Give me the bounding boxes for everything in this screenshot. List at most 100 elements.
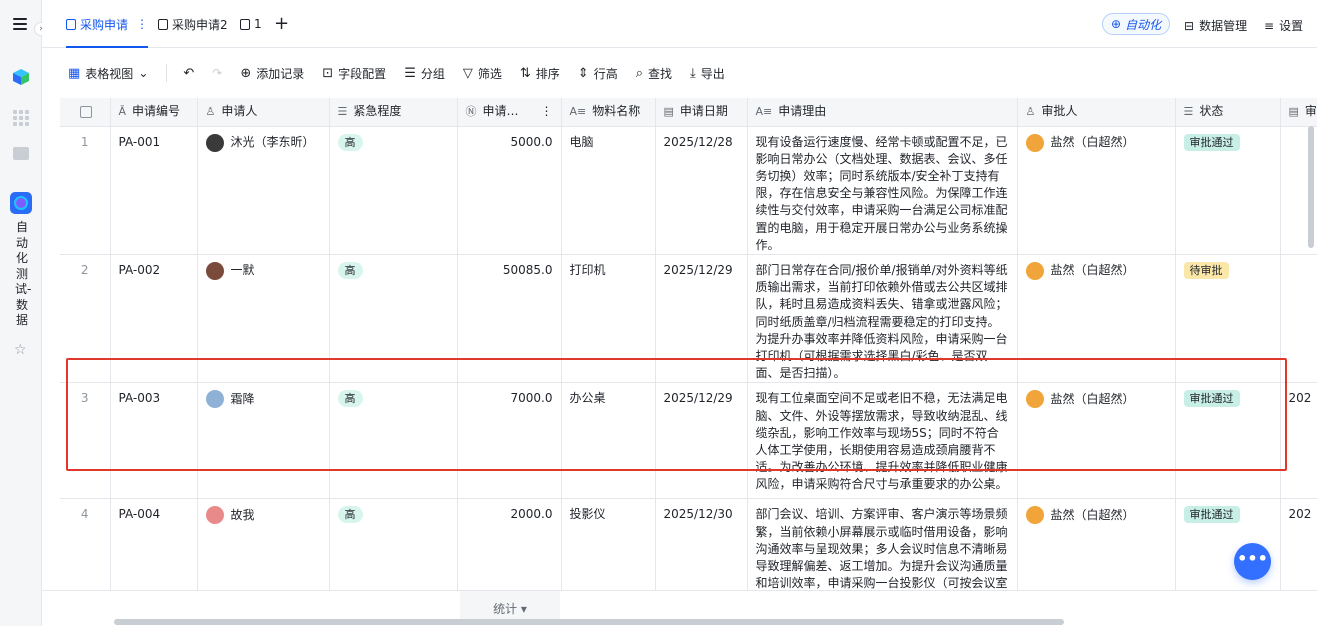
applicant-cell[interactable]: 一默 xyxy=(197,254,330,384)
item-cell[interactable]: 办公桌 xyxy=(561,382,656,500)
tab-1[interactable]: 1 xyxy=(240,0,262,48)
approver-cell[interactable]: 盐然（白超然） xyxy=(1017,382,1176,500)
data-manage-label: 数据管理 xyxy=(1199,19,1248,33)
app-name[interactable]: 自动化测试-数据 xyxy=(15,220,31,329)
column-header[interactable]: ♙ 申请人 xyxy=(197,98,330,127)
group-button[interactable]: ☰ 分组 xyxy=(404,65,445,82)
star-icon[interactable]: ☆ xyxy=(14,342,27,358)
more-icon[interactable]: ⋮ xyxy=(136,17,148,31)
field-config-button[interactable]: ⊡ 字段配置 xyxy=(322,65,386,82)
cube-icon[interactable] xyxy=(12,68,30,86)
column-header[interactable]: A≡ 物料名称 xyxy=(561,98,656,127)
vertical-scrollbar[interactable] xyxy=(1308,126,1314,248)
tab-purchase-request[interactable]: 采购申请 ⋮ xyxy=(66,0,149,48)
date-cell[interactable]: 2025/12/28 xyxy=(655,126,748,255)
status-cell[interactable]: 待审批 xyxy=(1175,254,1281,384)
code-cell[interactable]: PA-001 xyxy=(110,126,198,255)
avatar xyxy=(1025,506,1044,525)
urgency-chip: 高 xyxy=(337,506,363,524)
tab-purchase-request-2[interactable]: 采购申请2 xyxy=(158,0,228,48)
column-header[interactable]: ☰ 状态 xyxy=(1175,98,1281,127)
data-manage-button[interactable]: ⊟ 数据管理 xyxy=(1184,17,1247,34)
item-cell[interactable]: 投影仪 xyxy=(561,498,656,590)
approver-cell[interactable]: 盐然（白超然） xyxy=(1017,498,1176,590)
column-header[interactable]: ♙ 审批人 xyxy=(1017,98,1176,127)
undo-button[interactable]: ↶ xyxy=(183,66,194,81)
item-cell[interactable]: 电脑 xyxy=(561,126,656,255)
row-height-icon: ⇕ xyxy=(577,65,589,81)
extra-cell[interactable]: 202 xyxy=(1280,498,1317,590)
folder-icon[interactable] xyxy=(13,147,29,160)
column-header[interactable]: Ⓝ 申请… ⋮ xyxy=(457,98,562,127)
urgency-cell[interactable]: 高 xyxy=(329,498,458,590)
column-header[interactable]: A≡ 申请理由 xyxy=(747,98,1018,127)
avatar xyxy=(1025,133,1044,152)
export-button[interactable]: ⤓ 导出 xyxy=(690,65,725,82)
applicant-cell[interactable]: 沐光（李东昕） xyxy=(197,126,330,255)
amount-cell[interactable]: 7000.0 xyxy=(457,382,562,500)
add-tab-icon[interactable]: + xyxy=(274,13,289,34)
extra-cell[interactable]: 202 xyxy=(1280,382,1317,500)
person-field-icon: ♙ xyxy=(1025,105,1036,118)
checkbox-icon[interactable] xyxy=(80,105,92,118)
view-selector[interactable]: ▦ 表格视图 ⌄ xyxy=(68,65,148,82)
urgency-cell[interactable]: 高 xyxy=(329,382,458,500)
row-index: 2 xyxy=(60,254,111,384)
redo-button[interactable]: ↷ xyxy=(212,66,222,80)
code-cell[interactable]: PA-004 xyxy=(110,498,198,590)
amount-cell[interactable]: 5000.0 xyxy=(457,126,562,255)
applicant-cell[interactable]: 霜降 xyxy=(197,382,330,500)
apps-grid-icon[interactable] xyxy=(13,110,29,126)
amount-cell[interactable]: 50085.0 xyxy=(457,254,562,384)
view-label: 表格视图 xyxy=(85,66,134,81)
tab-label: 1 xyxy=(254,17,262,31)
horizontal-scrollbar[interactable] xyxy=(114,619,1064,625)
date-cell[interactable]: 2025/12/29 xyxy=(655,254,748,384)
urgency-cell[interactable]: 高 xyxy=(329,126,458,255)
urgency-cell[interactable]: 高 xyxy=(329,254,458,384)
sort-button[interactable]: ⇅ 排序 xyxy=(520,65,560,82)
column-header[interactable]: ▤ 申请日期 xyxy=(655,98,748,127)
chevron-down-icon: ⌄ xyxy=(138,66,149,80)
item-cell[interactable]: 打印机 xyxy=(561,254,656,384)
reason-cell[interactable]: 部门会议、培训、方案评审、客户演示等场景频繁，当前依赖小屏幕展示或临时借用设备，… xyxy=(747,498,1018,590)
more-icon[interactable]: ⋮ xyxy=(541,98,553,125)
app-icon[interactable] xyxy=(10,192,32,214)
table-row[interactable]: 3 PA-003 霜降 高 7000.0 办公桌 2025/12/29 现有工位… xyxy=(60,382,1317,500)
menu-icon[interactable] xyxy=(13,18,27,30)
status-cell[interactable]: 审批通过 xyxy=(1175,382,1281,500)
status-badge: 审批通过 xyxy=(1183,506,1240,524)
stat-button[interactable]: 统计 ▾ xyxy=(460,591,560,621)
more-actions-fab[interactable]: ••• xyxy=(1234,543,1271,580)
select-all-cell[interactable] xyxy=(60,98,111,127)
date-cell[interactable]: 2025/12/29 xyxy=(655,382,748,500)
add-record-button[interactable]: ⊕ 添加记录 xyxy=(240,65,304,82)
table-row[interactable]: 4 PA-004 故我 高 2000.0 投影仪 2025/12/30 部门会议… xyxy=(60,498,1317,590)
code-cell[interactable]: PA-002 xyxy=(110,254,198,384)
amount-cell[interactable]: 2000.0 xyxy=(457,498,562,590)
column-header[interactable]: Ā 申请编号 xyxy=(110,98,198,127)
column-header[interactable]: ☰ 紧急程度 xyxy=(329,98,458,127)
column-header[interactable]: ▤ 审 xyxy=(1280,98,1317,127)
row-height-button[interactable]: ⇕ 行高 xyxy=(578,65,618,82)
code-cell[interactable]: PA-003 xyxy=(110,382,198,500)
stat-label: 统计 xyxy=(493,602,518,616)
reason-cell[interactable]: 现有工位桌面空间不足或老旧不稳，无法满足电脑、文件、外设等摆放需求，导致收纳混乱… xyxy=(747,382,1018,500)
date-cell[interactable]: 2025/12/30 xyxy=(655,498,748,590)
applicant-cell[interactable]: 故我 xyxy=(197,498,330,590)
approver-cell[interactable]: 盐然（白超然） xyxy=(1017,254,1176,384)
database-icon: ⊟ xyxy=(1184,18,1195,33)
find-button[interactable]: ⌕ 查找 xyxy=(636,65,672,82)
reason-cell[interactable]: 部门日常存在合同/报价单/报销单/对外资料等纸质输出需求，当前打印依赖外借或去公… xyxy=(747,254,1018,384)
approver-cell[interactable]: 盐然（白超然） xyxy=(1017,126,1176,255)
header-row: Ā 申请编号 ♙ 申请人 ☰ 紧急程度 Ⓝ 申请… ⋮ A≡ 物料名称 ▤ 申请日期 A≡ 申请… xyxy=(60,98,1317,127)
settings-button[interactable]: ≡ 设置 xyxy=(1264,17,1303,34)
automation-button[interactable]: ⊕ 自动化 xyxy=(1102,13,1171,35)
extra-cell[interactable] xyxy=(1280,254,1317,384)
reason-cell[interactable]: 现有设备运行速度慢、经常卡顿或配置不足，已影响日常办公（文档处理、数据表、会议、… xyxy=(747,126,1018,255)
table-row[interactable]: 2 PA-002 一默 高 50085.0 打印机 2025/12/29 部门日… xyxy=(60,254,1317,384)
table-row[interactable]: 1 PA-001 沐光（李东昕） 高 5000.0 电脑 2025/12/28 … xyxy=(60,126,1317,255)
filter-button[interactable]: ▽ 筛选 xyxy=(463,65,502,82)
status-cell[interactable]: 审批通过 xyxy=(1175,498,1281,590)
status-cell[interactable]: 审批通过 xyxy=(1175,126,1281,255)
